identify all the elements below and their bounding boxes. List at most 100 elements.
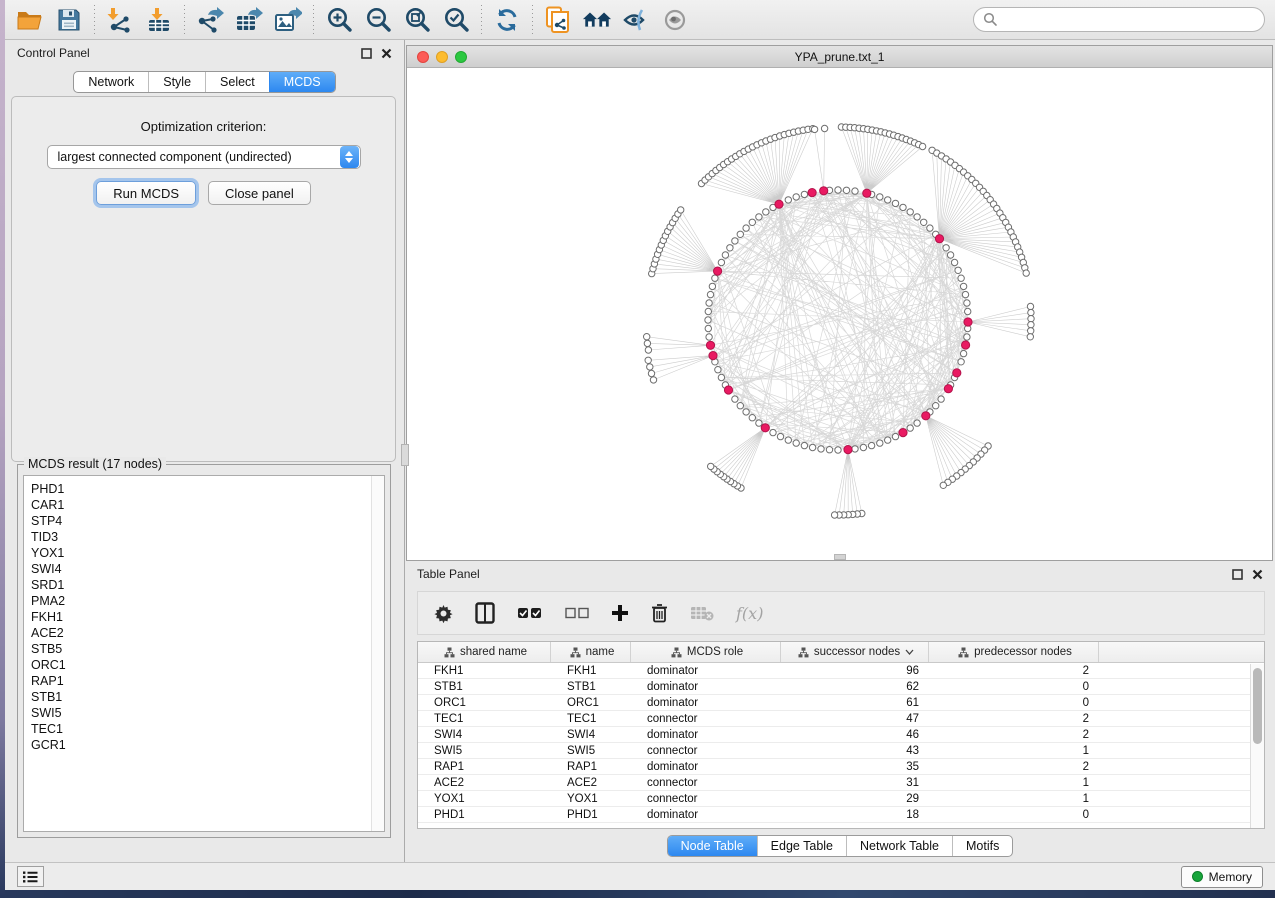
network-hub-node[interactable] (922, 412, 930, 420)
network-node[interactable] (801, 191, 807, 197)
column-header-name[interactable]: name (551, 642, 631, 662)
network-node[interactable] (743, 409, 749, 415)
network-node[interactable] (958, 275, 964, 281)
column-header-mcds_role[interactable]: MCDS role (631, 642, 781, 662)
network-hub-node[interactable] (953, 369, 961, 377)
result-item[interactable]: PHD1 (31, 481, 371, 497)
network-canvas[interactable] (407, 68, 1272, 560)
network-node[interactable] (644, 334, 650, 340)
tab-style[interactable]: Style (148, 72, 205, 92)
network-node[interactable] (821, 125, 827, 131)
network-hub-node[interactable] (944, 385, 952, 393)
network-hub-node[interactable] (863, 189, 871, 197)
network-hub-node[interactable] (775, 200, 783, 208)
network-node[interactable] (1028, 328, 1034, 334)
table-row[interactable]: FKH1FKH1dominator962 (418, 663, 1264, 679)
network-node[interactable] (785, 437, 791, 443)
hide-selected-icon[interactable] (621, 6, 651, 34)
network-hub-node[interactable] (820, 187, 828, 195)
network-node[interactable] (756, 214, 762, 220)
table-row[interactable]: TEC1TEC1connector472 (418, 711, 1264, 727)
float-panel-icon[interactable] (1232, 569, 1243, 580)
export-table-icon[interactable] (234, 6, 264, 34)
network-node[interactable] (785, 197, 791, 203)
network-node[interactable] (900, 204, 906, 210)
network-window-titlebar[interactable]: YPA_prune.txt_1 (407, 46, 1272, 68)
tab-motifs[interactable]: Motifs (952, 836, 1012, 856)
network-node[interactable] (955, 267, 961, 273)
vertical-splitter-handle[interactable] (401, 444, 409, 466)
table-row[interactable]: PHD1PHD1dominator180 (418, 807, 1264, 823)
network-node[interactable] (648, 370, 654, 376)
search-input[interactable] (973, 7, 1265, 32)
result-item[interactable]: ORC1 (31, 657, 371, 673)
horizontal-splitter-handle[interactable] (834, 554, 846, 560)
result-item[interactable]: SWI5 (31, 705, 371, 721)
network-node[interactable] (940, 482, 946, 488)
split-pane-icon[interactable] (475, 602, 495, 624)
network-hub-node[interactable] (844, 446, 852, 454)
network-node[interactable] (831, 512, 837, 518)
network-node[interactable] (914, 420, 920, 426)
network-node[interactable] (727, 245, 733, 251)
network-node[interactable] (965, 308, 971, 314)
export-image-icon[interactable] (273, 6, 303, 34)
column-header-shared_name[interactable]: shared name (418, 642, 551, 662)
network-node[interactable] (777, 433, 783, 439)
import-network-icon[interactable] (105, 6, 135, 34)
network-node[interactable] (706, 300, 712, 306)
result-item[interactable]: STP4 (31, 513, 371, 529)
network-node[interactable] (892, 433, 898, 439)
result-item[interactable]: SWI4 (31, 561, 371, 577)
network-node[interactable] (645, 347, 651, 353)
network-hub-node[interactable] (935, 235, 943, 243)
network-node[interactable] (763, 209, 769, 215)
network-node[interactable] (1027, 303, 1033, 309)
network-node[interactable] (885, 197, 891, 203)
network-node[interactable] (947, 252, 953, 258)
result-item[interactable]: GCR1 (31, 737, 371, 753)
network-node[interactable] (706, 334, 712, 340)
table-row[interactable]: STB1STB1dominator620 (418, 679, 1264, 695)
result-item[interactable]: PMA2 (31, 593, 371, 609)
network-hub-node[interactable] (706, 341, 714, 349)
network-node[interactable] (707, 291, 713, 297)
network-node[interactable] (1028, 316, 1034, 322)
network-node[interactable] (843, 187, 849, 193)
network-node[interactable] (860, 444, 866, 450)
zoom-selected-icon[interactable] (441, 6, 471, 34)
deselect-all-icon[interactable] (565, 606, 589, 620)
network-node[interactable] (811, 126, 817, 132)
open-folder-icon[interactable] (15, 6, 45, 34)
network-node[interactable] (793, 440, 799, 446)
delete-icon[interactable] (651, 603, 668, 623)
result-item[interactable]: CAR1 (31, 497, 371, 513)
network-node[interactable] (749, 219, 755, 225)
network-node[interactable] (914, 214, 920, 220)
result-item[interactable]: STB1 (31, 689, 371, 705)
zoom-out-icon[interactable] (363, 6, 393, 34)
tab-edge-table[interactable]: Edge Table (757, 836, 846, 856)
network-node[interactable] (962, 291, 968, 297)
column-header-predecessor_nodes[interactable]: predecessor nodes (929, 642, 1099, 662)
network-hub-node[interactable] (714, 267, 722, 275)
network-node[interactable] (907, 425, 913, 431)
zoom-in-icon[interactable] (324, 6, 354, 34)
import-table-icon[interactable] (144, 6, 174, 34)
network-node[interactable] (1027, 334, 1033, 340)
network-node[interactable] (722, 252, 728, 258)
network-node[interactable] (712, 275, 718, 281)
home-icon[interactable] (582, 6, 612, 34)
network-hub-node[interactable] (724, 386, 732, 394)
network-node[interactable] (737, 403, 743, 409)
add-column-icon[interactable] (611, 604, 629, 622)
network-node[interactable] (645, 357, 651, 363)
network-node[interactable] (835, 447, 841, 453)
network-node[interactable] (705, 325, 711, 331)
network-hub-node[interactable] (962, 341, 970, 349)
table-row[interactable]: YOX1YOX1connector291 (418, 791, 1264, 807)
refresh-layout-icon[interactable] (492, 6, 522, 34)
network-node[interactable] (964, 300, 970, 306)
network-node[interactable] (715, 367, 721, 373)
gear-icon[interactable] (434, 604, 453, 623)
